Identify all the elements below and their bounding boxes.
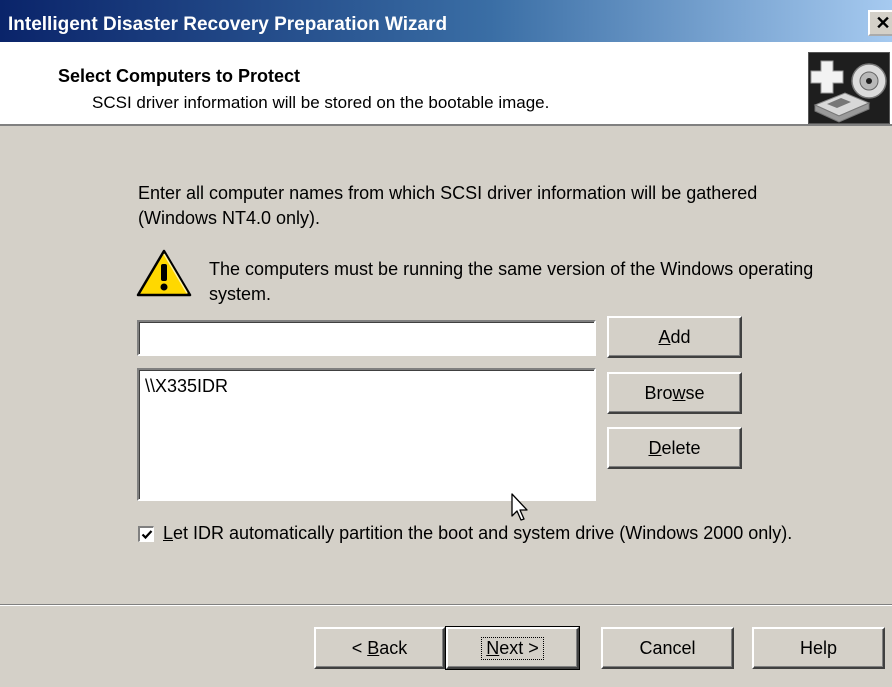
- footer-separator: [0, 604, 892, 606]
- next-button-label: Next >: [481, 636, 544, 660]
- back-button[interactable]: < Back: [314, 627, 445, 669]
- warning-icon: [135, 248, 193, 298]
- window-title: Intelligent Disaster Recovery Preparatio…: [8, 14, 448, 35]
- auto-partition-option[interactable]: Let IDR automatically partition the boot…: [138, 523, 792, 544]
- disaster-recovery-disk-icon: [808, 52, 890, 124]
- warning-text: The computers must be running the same v…: [209, 259, 814, 304]
- auto-partition-label[interactable]: Let IDR automatically partition the boot…: [163, 523, 792, 544]
- delete-button[interactable]: Delete: [607, 427, 742, 469]
- mouse-cursor-icon: [510, 492, 532, 527]
- page-subtitle: SCSI driver information will be stored o…: [92, 93, 550, 112]
- help-button[interactable]: Help: [752, 627, 885, 669]
- close-icon: ✕: [875, 13, 891, 33]
- checkmark-icon: [141, 529, 153, 539]
- cancel-button[interactable]: Cancel: [601, 627, 734, 669]
- add-button[interactable]: Add: [607, 316, 742, 358]
- instructions-text: Enter all computer names from which SCSI…: [138, 183, 758, 228]
- list-item[interactable]: \\X335IDR: [145, 375, 588, 397]
- cancel-button-label: Cancel: [639, 637, 696, 658]
- page-title: Select Computers to Protect: [58, 66, 301, 86]
- title-bar[interactable]: Intelligent Disaster Recovery Preparatio…: [0, 0, 892, 42]
- delete-button-label: Delete: [648, 437, 701, 458]
- computer-name-input[interactable]: [137, 320, 596, 356]
- close-button[interactable]: ✕: [868, 10, 892, 36]
- add-button-label: Add: [658, 326, 691, 347]
- computer-list[interactable]: \\X335IDR: [137, 368, 596, 501]
- browse-button[interactable]: Browse: [607, 372, 742, 414]
- next-button[interactable]: Next >: [445, 626, 580, 670]
- browse-button-label: Browse: [644, 382, 705, 403]
- wizard-header: Select Computers to Protect SCSI driver …: [0, 42, 892, 126]
- help-button-label: Help: [799, 637, 838, 658]
- back-button-label: < Back: [351, 637, 408, 658]
- auto-partition-checkbox[interactable]: [138, 525, 154, 542]
